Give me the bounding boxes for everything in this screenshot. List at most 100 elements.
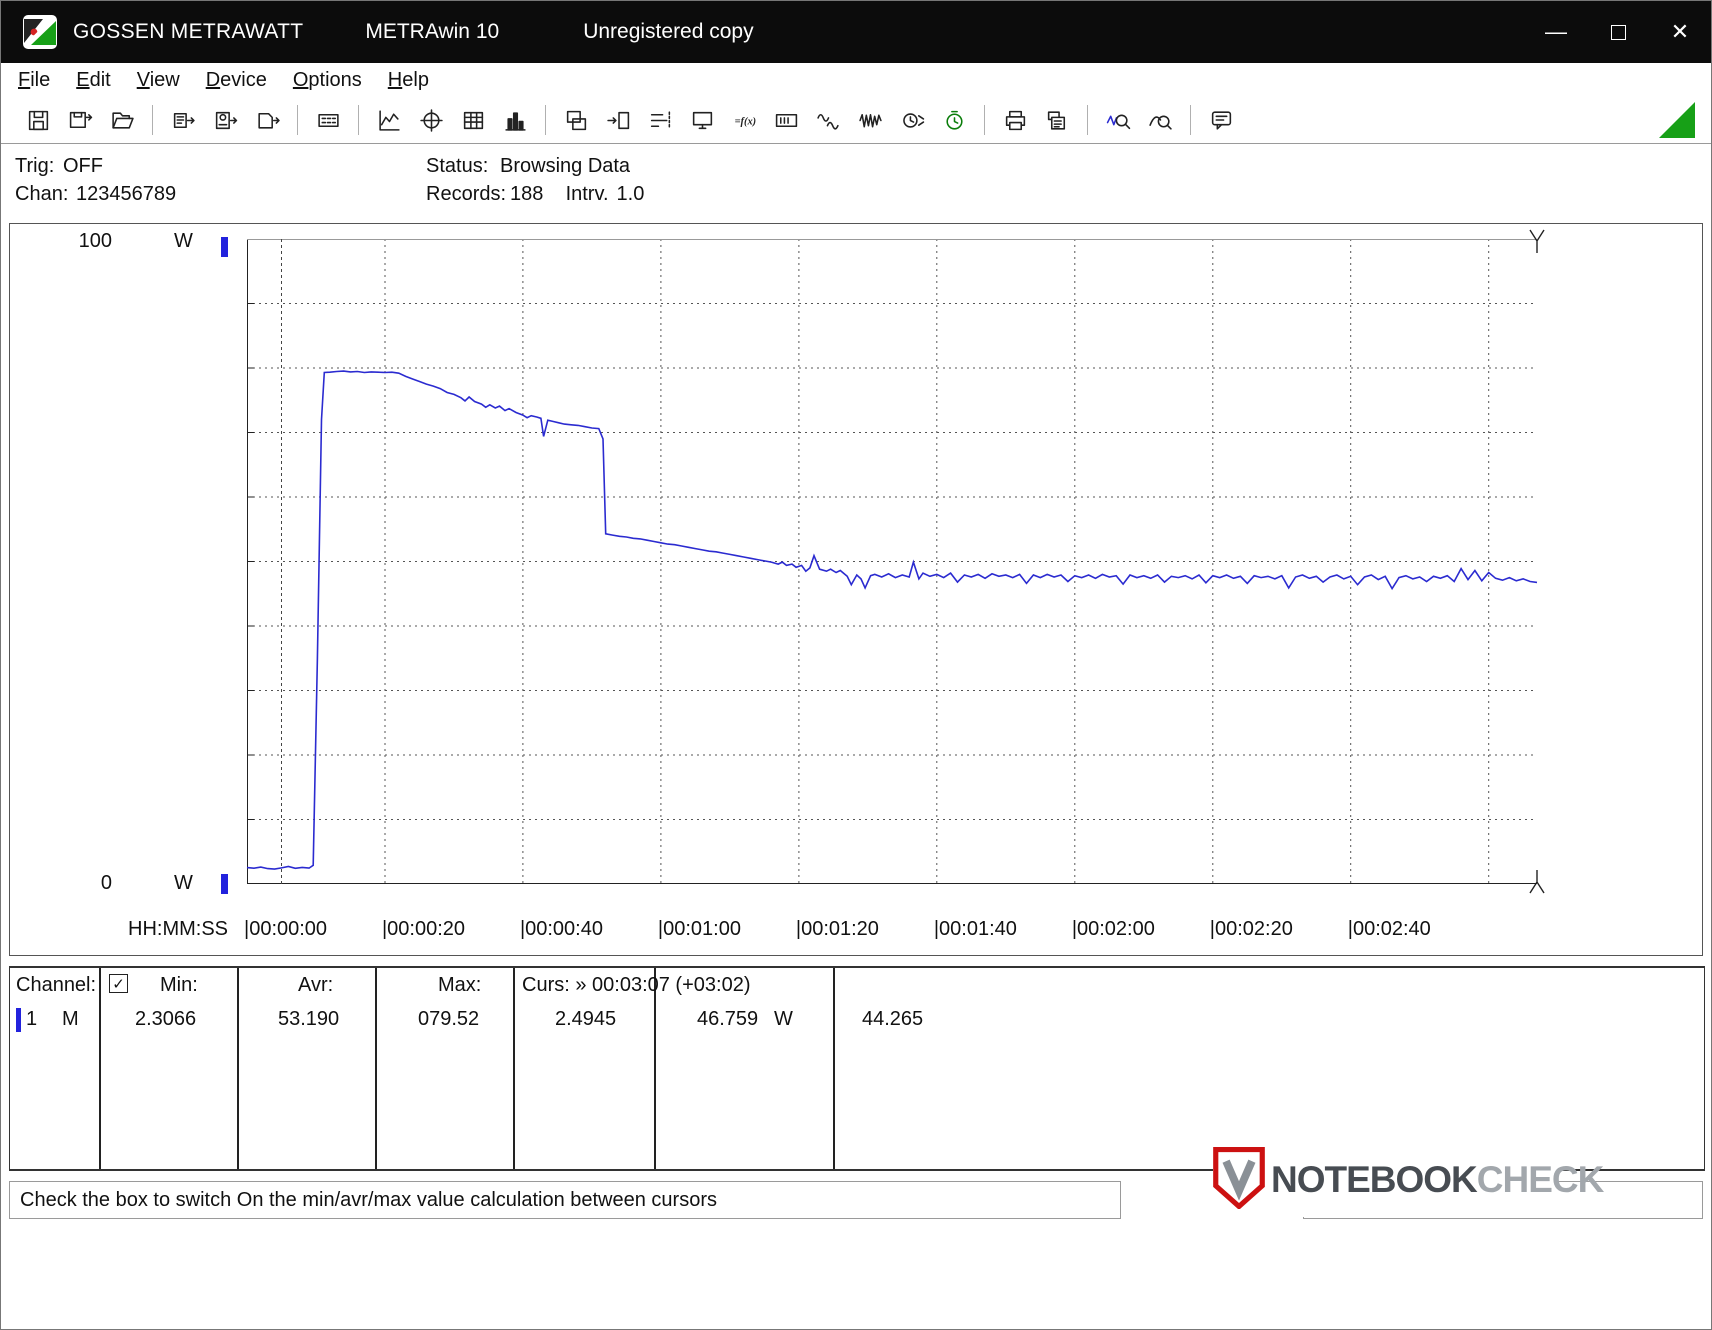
brand-title: GOSSEN METRAWATT (73, 20, 304, 43)
hint-panel: Check the box to switch On the min/avr/m… (9, 1181, 1121, 1219)
checkmark-icon: ✓ (112, 975, 125, 993)
metrawin-window: GOSSEN METRAWATT METRAwin 10 Unregistere… (0, 0, 1712, 1330)
import-device-icon (606, 111, 629, 129)
records-label: Records: (426, 183, 507, 205)
time-tick: |00:00:40 (519, 918, 603, 940)
table-divider (99, 968, 101, 1169)
svg-text:=f(x): =f(x) (734, 116, 756, 127)
zoom-signal-button[interactable] (1099, 102, 1137, 138)
import-device-button[interactable] (599, 102, 637, 138)
annotation-icon (1211, 110, 1231, 130)
time-tick: |00:00:20 (381, 918, 466, 940)
annotation-button[interactable] (1202, 102, 1240, 138)
menu-help[interactable]: Help (375, 69, 442, 92)
zoom-trace-icon (1148, 115, 1172, 130)
license-note: Unregistered copy (583, 20, 754, 43)
app-logo-icon (23, 15, 57, 49)
status-panel: Trig: OFF Chan: 123456789 Status: Browsing … (1, 144, 1711, 222)
status-value: Browsing Data (500, 155, 631, 177)
toolbar-separator (297, 105, 298, 135)
menu-view[interactable]: View (124, 69, 193, 92)
numeric-display-button[interactable] (309, 102, 347, 138)
table-divider (375, 968, 377, 1169)
zoom-trace-button[interactable] (1141, 102, 1179, 138)
status-triangle-icon (1659, 102, 1695, 138)
y-axis-min-label: 0 (100, 872, 112, 894)
cursor2-value: 46.759 (697, 1008, 759, 1030)
time-tick: |00:02:00 (1071, 918, 1155, 940)
toolbar-separator (984, 105, 985, 135)
waveform-button[interactable] (851, 102, 889, 138)
formula-button[interactable]: =f(x) (725, 102, 763, 138)
numeric-display-icon (317, 113, 339, 127)
time-tick: |00:01:40 (933, 918, 1017, 940)
time-tick: |00:00:00 (244, 918, 328, 940)
read-memory-button[interactable] (164, 102, 202, 138)
print-button[interactable] (996, 102, 1034, 138)
notebookcheck-shield-icon (1213, 1146, 1265, 1214)
print-icon (1005, 110, 1025, 130)
cursor1-value: 2.4945 (555, 1008, 617, 1030)
time-sync-icon (902, 112, 924, 128)
avr-value: 53.190 (278, 1008, 340, 1030)
trigger-channel-info: Trig: OFF Chan: 123456789 (15, 152, 176, 208)
minimize-button[interactable]: — (1525, 1, 1587, 63)
read-card-icon (257, 112, 280, 129)
menu-bar: File Edit View Device Options Help (1, 63, 1711, 97)
timer-icon (945, 110, 963, 130)
time-tick: |00:02:40 (1347, 918, 1431, 940)
avr-header: Avr: (298, 974, 334, 996)
line-chart-button[interactable] (370, 102, 408, 138)
menu-edit[interactable]: Edit (63, 69, 123, 92)
trig-label: Trig: (15, 155, 55, 177)
min-header: Min: (160, 974, 198, 996)
table-view-button[interactable] (454, 102, 492, 138)
time-axis-label: HH:MM:SS (128, 918, 228, 940)
remote-monitor-button[interactable] (683, 102, 721, 138)
save-icon (28, 110, 48, 130)
table-divider (654, 968, 656, 1169)
y-axis-max-label: 100 (78, 230, 112, 252)
open-button[interactable] (103, 102, 141, 138)
cursor2-unit: W (774, 1008, 793, 1030)
read-multimeter-button[interactable] (206, 102, 244, 138)
scope-view-button[interactable] (412, 102, 450, 138)
signal-split-button[interactable] (809, 102, 847, 138)
trig-value: OFF (63, 155, 103, 177)
print-preview-button[interactable] (1038, 102, 1076, 138)
table-view-icon (463, 111, 483, 129)
channel-range-marker-top (221, 237, 228, 257)
close-button[interactable]: ✕ (1649, 1, 1711, 63)
bar-chart-button[interactable] (496, 102, 534, 138)
bar-chart-icon (504, 111, 526, 131)
read-memory-icon (173, 112, 195, 128)
menu-options[interactable]: Options (280, 69, 375, 92)
menu-file[interactable]: File (5, 69, 63, 92)
y-axis-min-unit: W (174, 872, 193, 894)
remote-monitor-icon (692, 111, 712, 129)
timer-button[interactable] (935, 102, 973, 138)
maximize-button[interactable] (1587, 1, 1649, 63)
channel-list-button[interactable] (641, 102, 679, 138)
read-card-button[interactable] (248, 102, 286, 138)
channel-color-marker (16, 1008, 21, 1032)
export-window-button[interactable] (557, 102, 595, 138)
plot-region[interactable] (246, 229, 1545, 894)
menu-device[interactable]: Device (193, 69, 280, 92)
time-sync-button[interactable] (893, 102, 931, 138)
cursor-header: Curs: » 00:03:07 (+03:02) (522, 974, 751, 996)
device-display-button[interactable] (767, 102, 805, 138)
signal-split-icon (816, 113, 839, 130)
time-tick: |00:01:20 (795, 918, 879, 940)
open-icon (111, 111, 134, 129)
minmax-checkbox[interactable]: ✓ (109, 974, 128, 993)
app-title: METRAwin 10 (365, 20, 500, 43)
time-tick: |00:01:00 (657, 918, 741, 940)
chan-label: Chan: (15, 183, 69, 205)
save-as-button[interactable] (61, 102, 99, 138)
table-divider (833, 968, 835, 1169)
line-chart-icon (378, 109, 400, 131)
save-button[interactable] (19, 102, 57, 138)
device-display-icon (775, 113, 797, 127)
time-axis: HH:MM:SS |00:00:00 |00:00:20 |00:00:40 |00:… (10, 916, 1702, 948)
